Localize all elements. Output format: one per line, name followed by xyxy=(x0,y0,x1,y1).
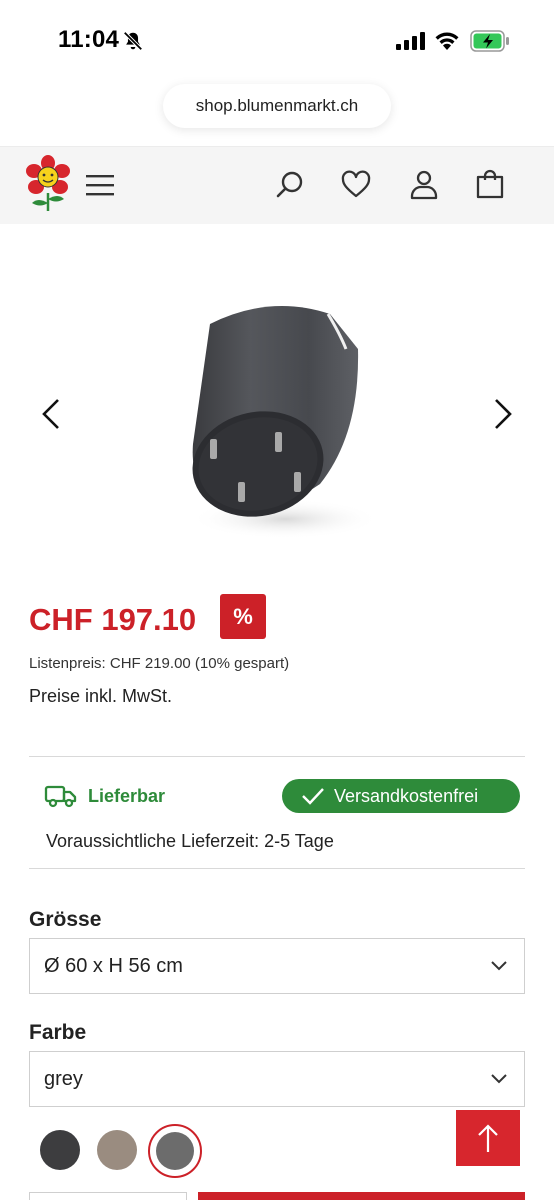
color-swatch-fill xyxy=(156,1132,194,1170)
url-text: shop.blumenmarkt.ch xyxy=(195,96,359,115)
quantity-field[interactable] xyxy=(29,1192,187,1200)
list-price: Listenpreis: CHF 219.00 (10% gespart) xyxy=(29,655,290,672)
wifi-icon xyxy=(435,32,459,50)
account-icon[interactable] xyxy=(408,169,440,201)
chevron-down-icon xyxy=(491,961,507,971)
bell-off-icon xyxy=(123,31,143,51)
add-to-cart-button[interactable] xyxy=(198,1192,525,1200)
chevron-left-icon[interactable] xyxy=(36,394,66,434)
chevron-down-icon xyxy=(491,1074,507,1084)
cellular-signal-icon xyxy=(396,32,425,50)
status-bar: 11:04 xyxy=(0,0,554,80)
color-label: Farbe xyxy=(29,1021,87,1044)
divider xyxy=(29,868,525,869)
battery-charging-icon xyxy=(470,30,509,52)
checkmark-icon xyxy=(302,788,324,805)
divider xyxy=(29,756,525,757)
color-swatch-taupe[interactable] xyxy=(97,1130,137,1170)
status-time: 11:04 xyxy=(58,26,120,53)
site-header xyxy=(0,146,554,224)
size-selected-value: Ø 60 x H 56 cm xyxy=(44,954,183,977)
shopping-bag-icon[interactable] xyxy=(474,169,506,201)
color-swatch-grey-selected[interactable] xyxy=(148,1124,202,1178)
product-price: CHF 197.10 xyxy=(29,602,197,637)
availability-status: Lieferbar xyxy=(44,783,165,809)
free-shipping-label: Versandkostenfrei xyxy=(334,785,479,806)
product-gallery xyxy=(0,224,554,584)
delivery-truck-icon xyxy=(44,785,77,808)
product-image-planter[interactable] xyxy=(170,294,390,544)
vat-note: Preise inkl. MwSt. xyxy=(29,686,173,706)
color-select[interactable]: grey xyxy=(29,1051,525,1107)
chevron-right-icon[interactable] xyxy=(488,394,518,434)
availability-label: Lieferbar xyxy=(88,785,166,806)
size-label: Grösse xyxy=(29,908,102,931)
search-icon[interactable] xyxy=(274,169,306,201)
size-select[interactable]: Ø 60 x H 56 cm xyxy=(29,938,525,994)
url-bar[interactable]: shop.blumenmarkt.ch xyxy=(163,84,391,128)
arrow-up-icon xyxy=(478,1124,498,1152)
free-shipping-badge: Versandkostenfrei xyxy=(282,779,520,813)
discount-badge: % xyxy=(220,594,266,639)
color-selected-value: grey xyxy=(44,1067,83,1090)
flower-logo[interactable] xyxy=(24,155,72,213)
delivery-time: Voraussichtliche Lieferzeit: 2-5 Tage xyxy=(46,831,334,851)
back-to-top-button[interactable] xyxy=(456,1110,520,1166)
heart-icon[interactable] xyxy=(340,169,372,201)
color-swatch-anthracite[interactable] xyxy=(40,1130,80,1170)
hamburger-menu-icon[interactable] xyxy=(86,173,114,197)
